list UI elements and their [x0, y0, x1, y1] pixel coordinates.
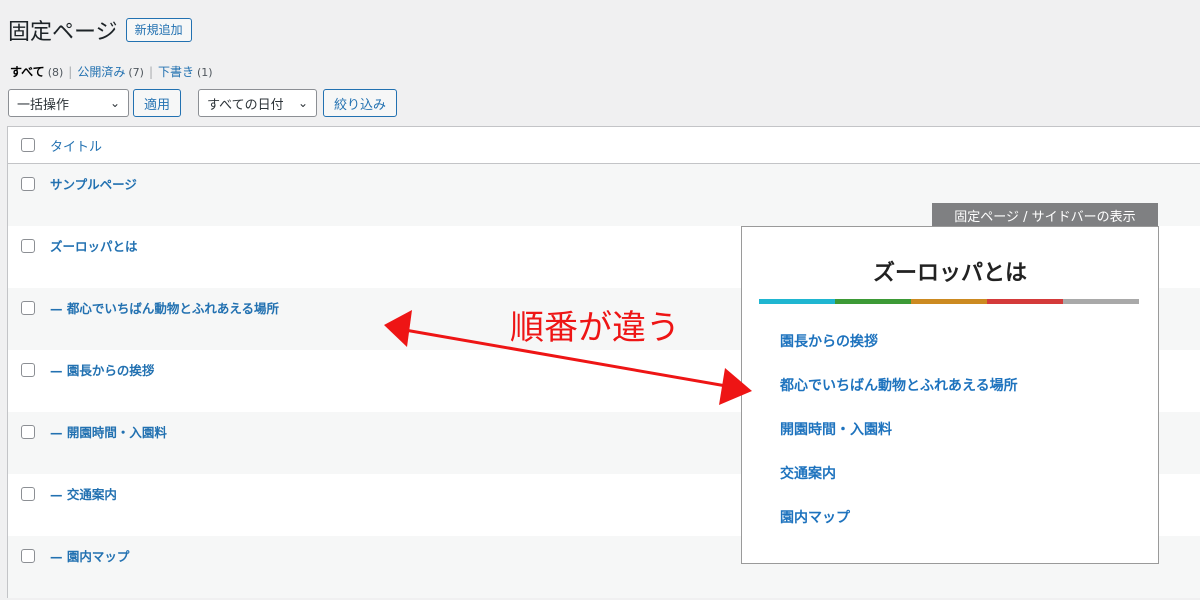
- arrow-line: [404, 328, 733, 389]
- arrow-head-right: [719, 368, 752, 405]
- arrow-head-left: [384, 310, 412, 347]
- double-arrow-icon: [384, 310, 752, 405]
